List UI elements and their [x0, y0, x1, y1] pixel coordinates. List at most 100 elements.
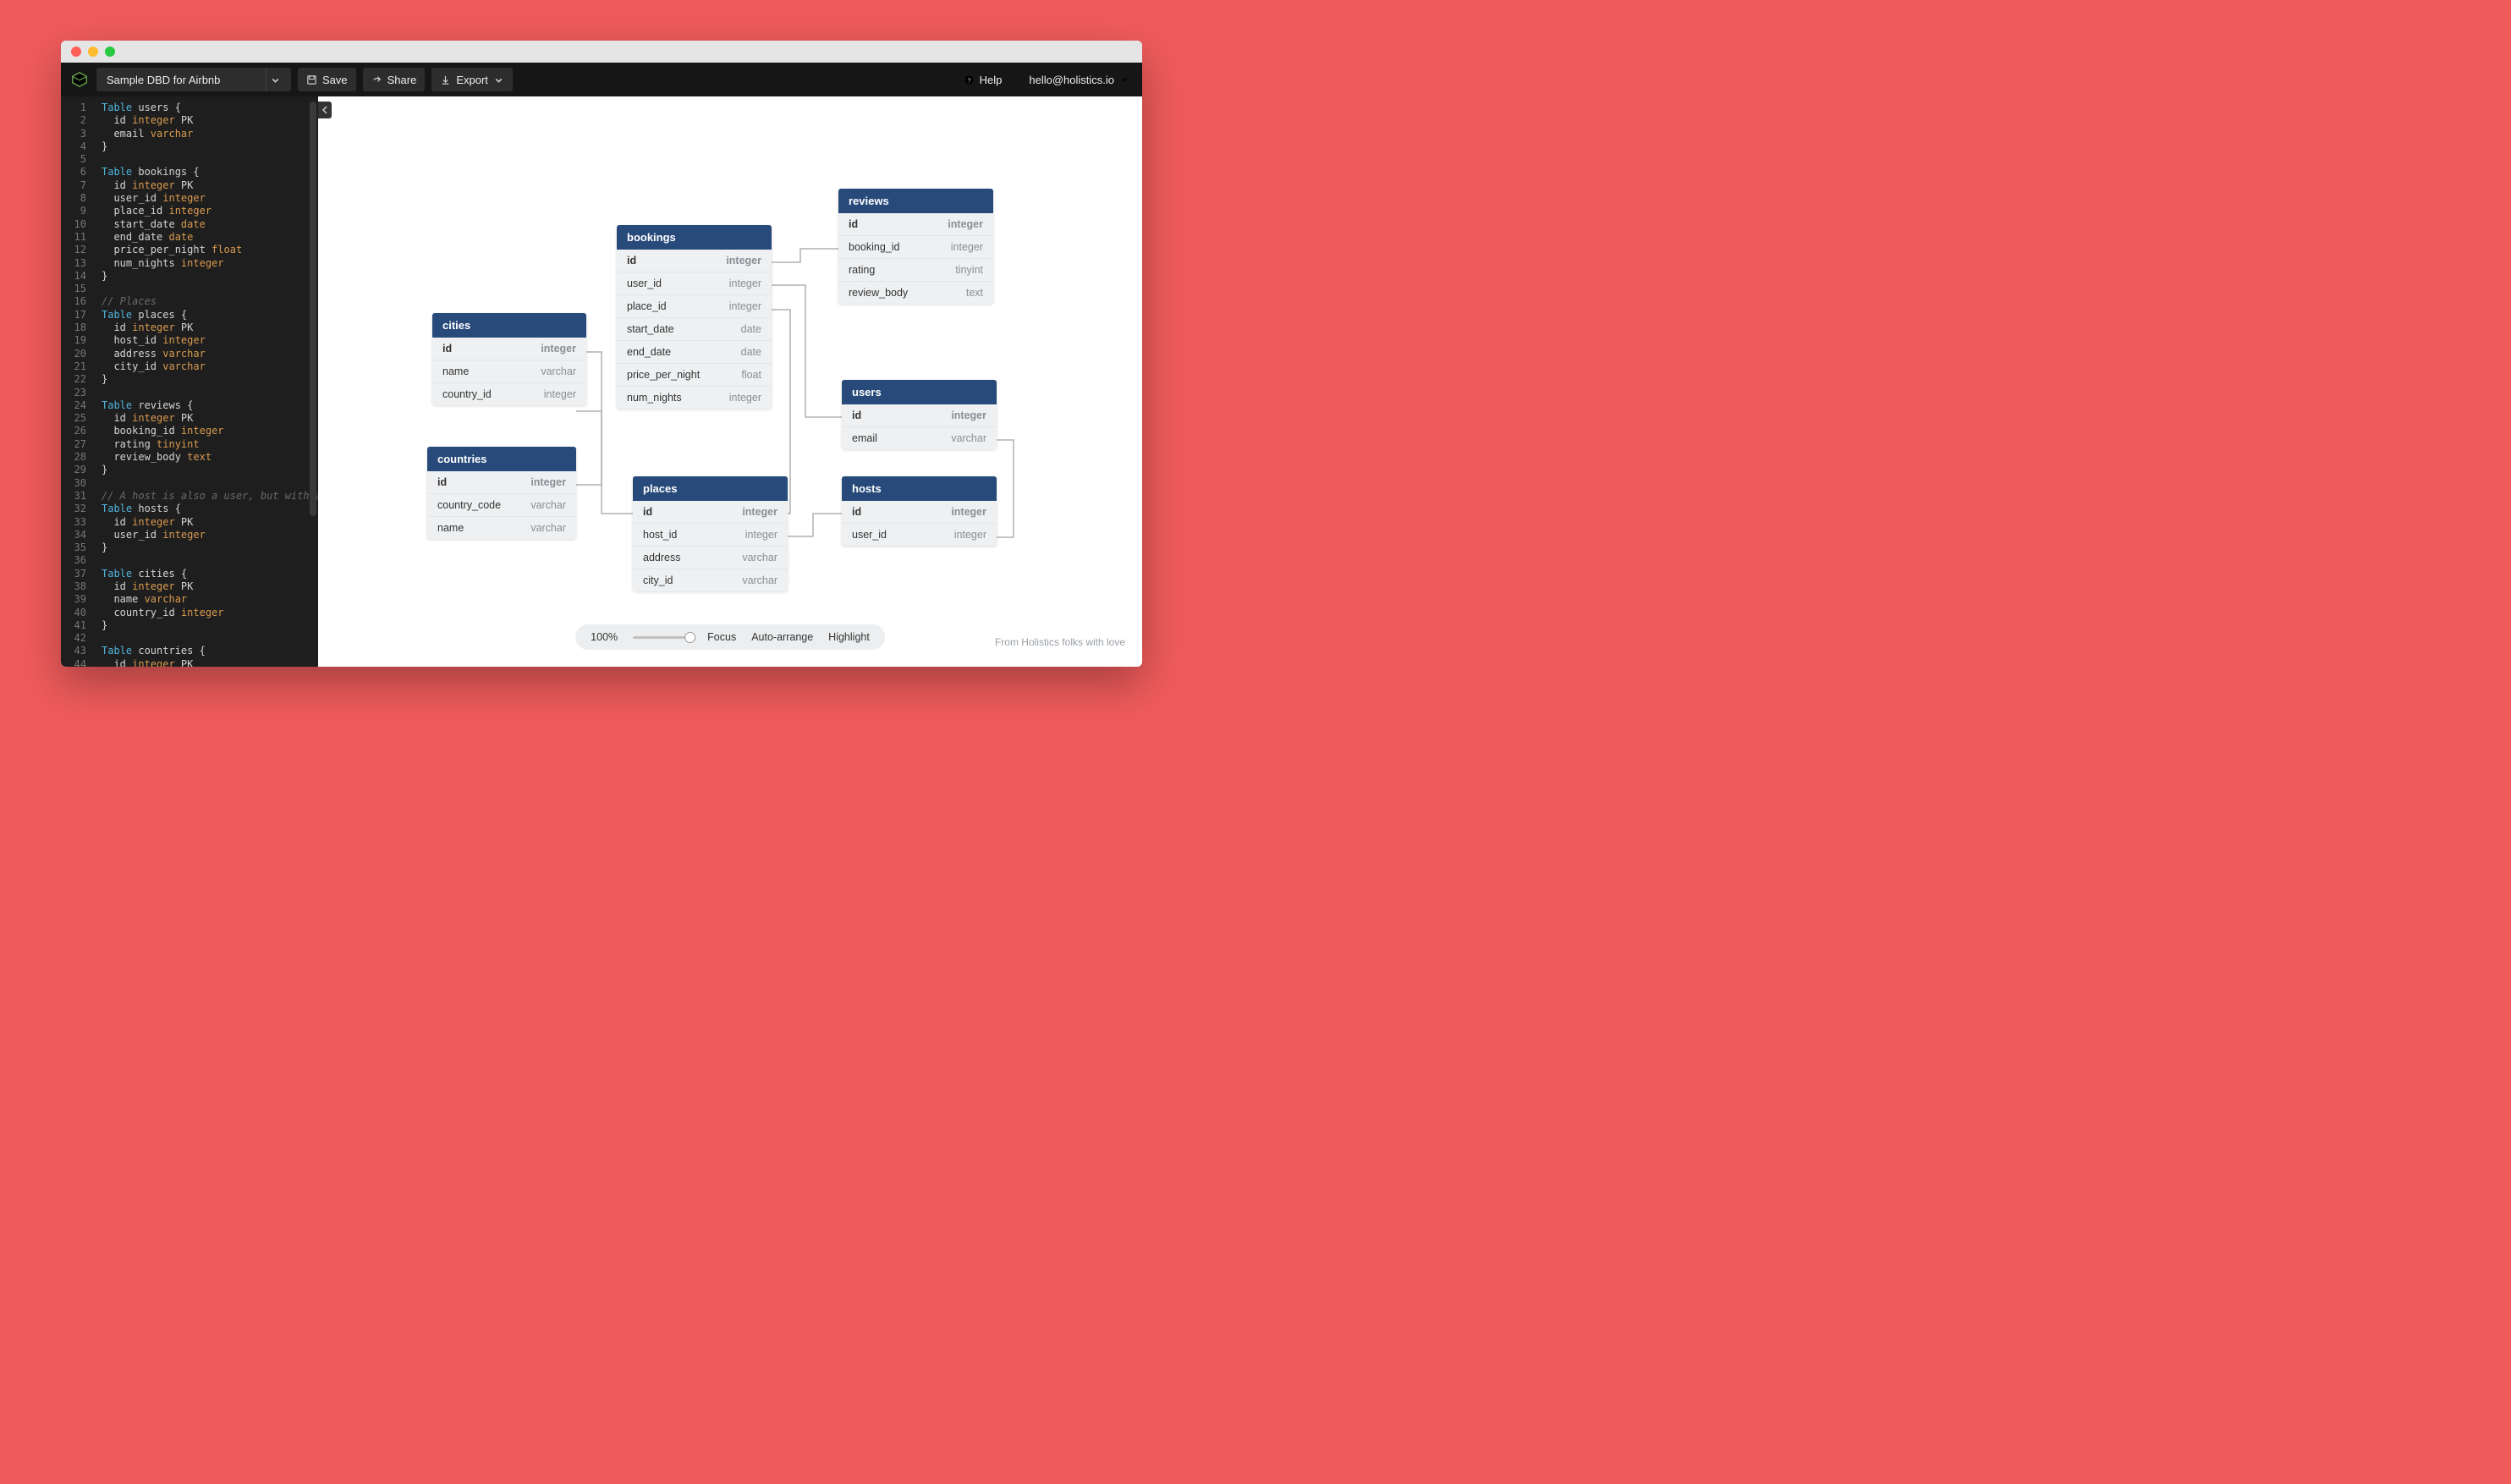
table-countries[interactable]: countriesidintegercountry_codevarcharnam… — [427, 447, 576, 539]
column-type: varchar — [530, 499, 566, 511]
help-label: Help — [980, 74, 1003, 86]
close-window-icon[interactable] — [71, 47, 81, 57]
table-header[interactable]: bookings — [617, 225, 772, 250]
table-header[interactable]: hosts — [842, 476, 997, 501]
table-column[interactable]: num_nightsinteger — [617, 387, 772, 409]
table-column[interactable]: country_idinteger — [432, 383, 586, 405]
column-name: review_body — [849, 287, 908, 299]
user-email: hello@holistics.io — [1029, 74, 1114, 86]
credit-text: From Holistics folks with love — [995, 636, 1125, 648]
column-name: user_id — [852, 529, 887, 541]
column-type: integer — [726, 255, 761, 267]
table-column[interactable]: idinteger — [633, 501, 788, 524]
column-type: float — [741, 369, 761, 381]
line-gutter: 1234567891011121314151617181920212223242… — [61, 96, 93, 667]
table-column[interactable]: price_per_nightfloat — [617, 364, 772, 387]
zoom-level: 100% — [591, 631, 618, 643]
table-column[interactable]: place_id integer — [617, 295, 772, 318]
zoom-slider-thumb[interactable] — [684, 632, 695, 643]
table-header[interactable]: cities — [432, 313, 586, 338]
table-column[interactable]: host_idinteger — [633, 524, 788, 547]
column-name: id — [627, 255, 636, 267]
table-column[interactable]: ratingtinyint — [838, 259, 993, 282]
project-selector[interactable]: Sample DBD for Airbnb — [96, 68, 291, 91]
column-name: country_id — [442, 388, 492, 400]
code-content[interactable]: Table users { id integer PK email varcha… — [61, 96, 318, 667]
column-type: date — [741, 346, 761, 358]
column-type: integer — [951, 409, 986, 421]
table-column[interactable]: country_code varchar — [427, 494, 576, 517]
column-name: name — [437, 522, 464, 534]
column-name: place_id — [627, 300, 667, 312]
auto-arrange-button[interactable]: Auto-arrange — [751, 631, 813, 643]
table-column[interactable]: city_idvarchar — [633, 569, 788, 591]
table-header[interactable]: reviews — [838, 189, 993, 213]
highlight-button[interactable]: Highlight — [828, 631, 870, 643]
column-name: name — [442, 366, 469, 377]
table-bookings[interactable]: bookingsidintegeruser_idintegerplace_idi… — [617, 225, 772, 409]
table-column[interactable]: name varchar — [427, 517, 576, 539]
table-column[interactable]: addressvarchar — [633, 547, 788, 569]
column-name: id — [437, 476, 447, 488]
table-cities[interactable]: citiesidintegernamevarcharcountry_idinte… — [432, 313, 586, 405]
column-name: end_date — [627, 346, 671, 358]
zoom-slider[interactable] — [633, 636, 692, 639]
export-button[interactable]: Export — [431, 68, 513, 91]
column-name: user_id — [627, 278, 662, 289]
table-places[interactable]: placesidintegerhost_idintegeraddressvarc… — [633, 476, 788, 591]
table-column[interactable]: review_bodytext — [838, 282, 993, 304]
table-header[interactable]: places — [633, 476, 788, 501]
table-column[interactable]: id integer — [617, 250, 772, 272]
canvas-footer: 100% Focus Auto-arrange Highlight — [575, 624, 885, 650]
column-name: country_code — [437, 499, 501, 511]
save-icon — [306, 74, 317, 85]
code-editor[interactable]: 1234567891011121314151617181920212223242… — [61, 96, 318, 667]
main-area: 1234567891011121314151617181920212223242… — [61, 96, 1142, 667]
table-column[interactable]: booking_idinteger — [838, 236, 993, 259]
user-menu[interactable]: hello@holistics.io — [1025, 74, 1134, 86]
column-name: rating — [849, 264, 875, 276]
table-hosts[interactable]: hostsidinteger user_id integer — [842, 476, 997, 546]
table-column[interactable]: user_idinteger — [617, 272, 772, 295]
column-type: varchar — [742, 552, 777, 563]
column-name: id — [442, 343, 452, 355]
column-name: city_id — [643, 574, 673, 586]
table-column[interactable]: namevarchar — [432, 360, 586, 383]
collapse-editor-button[interactable] — [318, 102, 332, 118]
table-column[interactable]: idinteger — [838, 213, 993, 236]
table-column[interactable]: idinteger — [432, 338, 586, 360]
minimize-window-icon[interactable] — [88, 47, 98, 57]
table-column[interactable]: user_id integer — [842, 524, 997, 546]
column-name: id — [852, 409, 861, 421]
column-type: varchar — [530, 522, 566, 534]
table-header[interactable]: users — [842, 380, 997, 404]
table-reviews[interactable]: reviewsidintegerbooking_idintegerratingt… — [838, 189, 993, 304]
app-window: Sample DBD for Airbnb Save Share Export … — [61, 41, 1142, 667]
app-logo-icon — [69, 69, 90, 90]
download-icon — [440, 74, 451, 85]
diagram-canvas[interactable]: 100% Focus Auto-arrange Highlight From H… — [318, 96, 1142, 667]
focus-button[interactable]: Focus — [707, 631, 736, 643]
column-name: start_date — [627, 323, 674, 335]
help-link[interactable]: ? Help — [964, 74, 1003, 86]
table-column[interactable]: id integer — [842, 404, 997, 427]
table-users[interactable]: users id integer emailvarchar — [842, 380, 997, 449]
editor-scrollbar[interactable] — [310, 102, 316, 516]
table-column[interactable]: idinteger — [842, 501, 997, 524]
table-column[interactable]: emailvarchar — [842, 427, 997, 449]
share-button[interactable]: Share — [363, 68, 426, 91]
chevron-down-icon — [1119, 74, 1130, 85]
column-name: booking_id — [849, 241, 899, 253]
maximize-window-icon[interactable] — [105, 47, 115, 57]
table-column[interactable]: start_datedate — [617, 318, 772, 341]
chevron-down-icon — [493, 74, 504, 85]
column-type: integer — [729, 300, 761, 312]
table-column[interactable]: end_date date — [617, 341, 772, 364]
save-button[interactable]: Save — [298, 68, 356, 91]
column-type: integer — [530, 476, 566, 488]
column-type: integer — [954, 529, 986, 541]
table-column[interactable]: id integer — [427, 471, 576, 494]
help-icon: ? — [964, 74, 975, 85]
table-header[interactable]: countries — [427, 447, 576, 471]
column-type: varchar — [951, 432, 986, 444]
